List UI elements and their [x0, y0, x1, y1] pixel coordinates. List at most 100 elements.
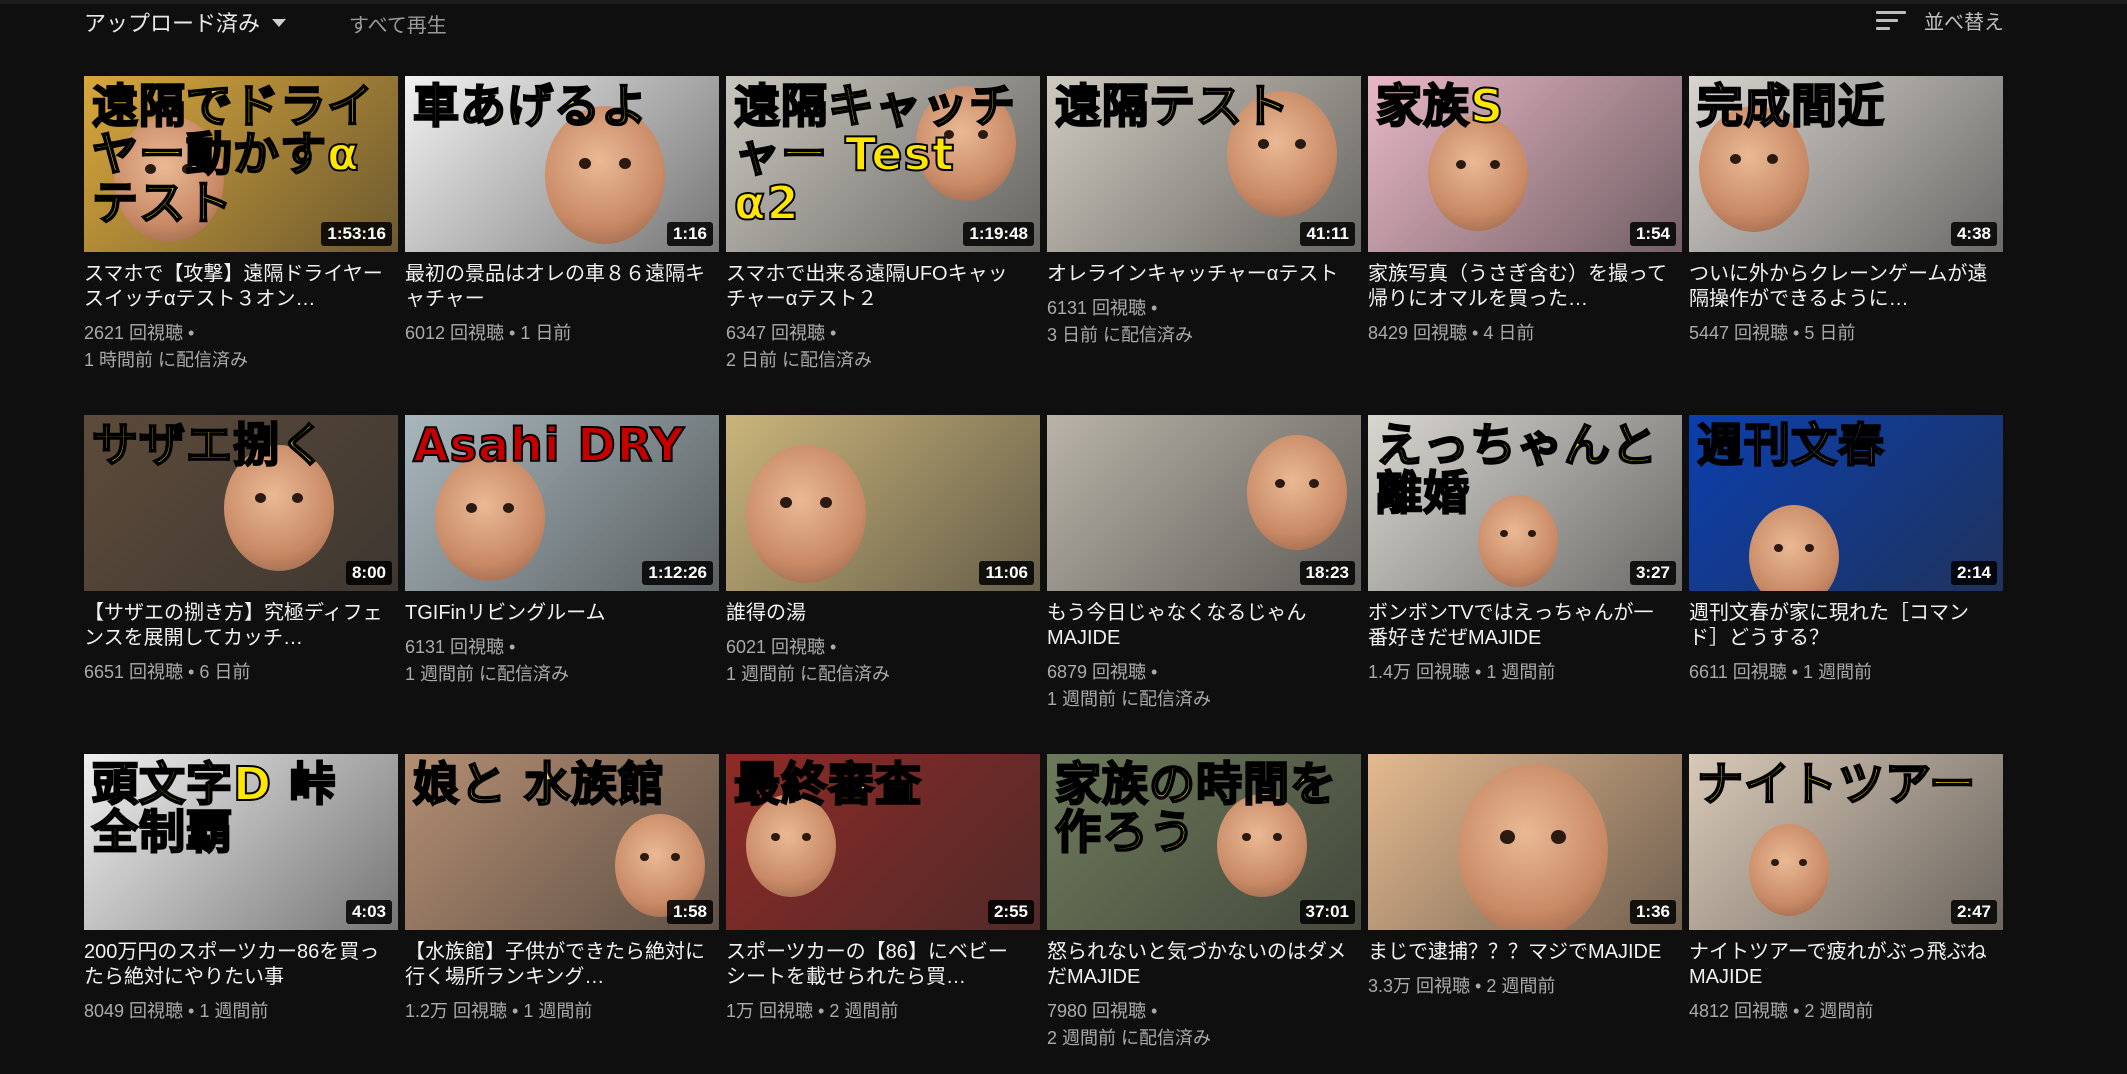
thumbnail-caption: ナイトツアー — [1696, 757, 1977, 811]
video-title[interactable]: スポーツカーの【86】にベビーシートを載せられたら買… — [726, 940, 1026, 990]
thumbnail-caption: 娘と 水族館 — [412, 757, 666, 811]
thumbnail-caption: Asahi DRY — [412, 418, 685, 472]
duration-badge: 1:54 — [1629, 222, 1676, 246]
video-metadata: 1万 回視聴 • 2 週間前 — [726, 998, 1040, 1025]
video-thumbnail[interactable]: 11:06 — [726, 415, 1040, 591]
video-card[interactable]: 車あげるよ 1:16 最初の景品はオレの車８６遠隔キャチャー 6012 回視聴 • 1… — [405, 76, 719, 396]
video-card[interactable]: Asahi DRY 1:12:26 TGIFinリビングルーム 6131 回視聴 • 1… — [405, 415, 719, 735]
view-count: 6131 回視聴 • — [405, 637, 516, 657]
view-count: 8429 回視聴 • 4 日前 — [1368, 323, 1535, 343]
video-title[interactable]: 最初の景品はオレの車８６遠隔キャチャー — [405, 262, 705, 312]
video-card[interactable]: 最終審査 2:55 スポーツカーの【86】にベビーシートを載せられたら買… 1万 回視… — [726, 754, 1040, 1074]
video-thumbnail[interactable]: 遠隔キャッチャー Test α2 1:19:48 — [726, 76, 1040, 252]
duration-badge: 3:27 — [1629, 561, 1676, 585]
video-title[interactable]: 怒られないと気づかないのはダメだMAJIDE — [1047, 940, 1347, 990]
video-card[interactable]: サザエ捌く 8:00 【サザエの捌き方】究極ディフェンスを展開してカッチ… 6651 … — [84, 415, 398, 735]
video-metadata: 6021 回視聴 • 1 週間前 に配信済み — [726, 634, 1040, 688]
video-thumbnail[interactable]: 週刊文春 2:14 — [1689, 415, 2003, 591]
video-thumbnail[interactable]: ナイトツアー 2:47 — [1689, 754, 2003, 930]
video-title[interactable]: TGIFinリビングルーム — [405, 601, 705, 626]
video-card[interactable]: 遠隔テスト 41:11 オレラインキャッチャーαテスト 6131 回視聴 • 3 日前 … — [1047, 76, 1361, 396]
video-title[interactable]: オレラインキャッチャーαテスト — [1047, 262, 1347, 287]
thumbnail-caption: 頭文字D 峠 全制覇 — [91, 757, 337, 860]
video-title[interactable]: スマホで【攻撃】遠隔ドライヤースイッチαテスト３オン… — [84, 262, 384, 312]
video-title[interactable]: もう今日じゃなくなるじゃんMAJIDE — [1047, 601, 1347, 651]
upload-age: 1 週間前 に配信済み — [726, 664, 891, 684]
video-metadata: 6879 回視聴 • 1 週間前 に配信済み — [1047, 659, 1361, 713]
video-thumbnail[interactable]: Asahi DRY 1:12:26 — [405, 415, 719, 591]
duration-badge: 11:06 — [979, 561, 1034, 585]
video-title[interactable]: 週刊文春が家に現れた［コマンド］どうする？ — [1689, 601, 1989, 651]
video-metadata: 2621 回視聴 • 1 時間前 に配信済み — [84, 320, 398, 374]
video-card[interactable]: 家族の時間を作ろう 37:01 怒られないと気づかないのはダメだMAJIDE 7980… — [1047, 754, 1361, 1074]
video-card[interactable]: 遠隔でドライヤー動かすαテスト 1:53:16 スマホで【攻撃】遠隔ドライヤースイッ… — [84, 76, 398, 396]
video-title[interactable]: ついに外からクレーンゲームが遠隔操作ができるように… — [1689, 262, 1989, 312]
view-count: 4812 回視聴 • 2 週間前 — [1689, 1001, 1874, 1021]
video-card[interactable]: 18:23 もう今日じゃなくなるじゃんMAJIDE 6879 回視聴 • 1 週間前 … — [1047, 415, 1361, 735]
sort-button[interactable]: 並べ替え — [1876, 6, 2004, 35]
video-metadata: 7980 回視聴 • 2 週間前 に配信済み — [1047, 998, 1361, 1052]
video-thumbnail[interactable]: 頭文字D 峠 全制覇 4:03 — [84, 754, 398, 930]
video-card[interactable]: 完成間近 4:38 ついに外からクレーンゲームが遠隔操作ができるように… 5447 回… — [1689, 76, 2003, 396]
duration-badge: 2:47 — [1950, 900, 1997, 924]
video-metadata: 3.3万 回視聴 • 2 週間前 — [1368, 973, 1682, 1000]
video-title[interactable]: スマホで出来る遠隔UFOキャッチャーαテスト２ — [726, 262, 1026, 312]
video-metadata: 6347 回視聴 • 2 日前 に配信済み — [726, 320, 1040, 374]
upload-age: 2 日前 に配信済み — [726, 350, 873, 370]
video-thumbnail[interactable]: 完成間近 4:38 — [1689, 76, 2003, 252]
video-card[interactable]: 家族S 1:54 家族写真（うさぎ含む）を撮って帰りにオマルを買った… 8429 回視… — [1368, 76, 1682, 396]
video-title[interactable]: 【サザエの捌き方】究極ディフェンスを展開してカッチ… — [84, 601, 384, 651]
video-metadata: 8049 回視聴 • 1 週間前 — [84, 998, 398, 1025]
video-metadata: 6131 回視聴 • 3 日前 に配信済み — [1047, 295, 1361, 349]
duration-badge: 1:53:16 — [321, 222, 392, 246]
view-count: 1万 回視聴 • 2 週間前 — [726, 1001, 899, 1021]
video-metadata: 6651 回視聴 • 6 日前 — [84, 659, 398, 686]
thumbnail-caption: 遠隔テスト — [1054, 79, 1290, 133]
video-thumbnail[interactable]: 家族の時間を作ろう 37:01 — [1047, 754, 1361, 930]
video-thumbnail[interactable]: サザエ捌く 8:00 — [84, 415, 398, 591]
view-count: 3.3万 回視聴 • 2 週間前 — [1368, 976, 1556, 996]
video-thumbnail[interactable]: 家族S 1:54 — [1368, 76, 1682, 252]
video-card[interactable]: ナイトツアー 2:47 ナイトツアーで疲れがぶっ飛ぶねMAJIDE 4812 回視聴 … — [1689, 754, 2003, 1074]
duration-badge: 37:01 — [1299, 900, 1355, 924]
video-thumbnail[interactable]: 遠隔テスト 41:11 — [1047, 76, 1361, 252]
thumbnail-face — [1247, 435, 1347, 550]
thumbnail-face — [435, 455, 545, 581]
video-title[interactable]: 家族写真（うさぎ含む）を撮って帰りにオマルを買った… — [1368, 262, 1668, 312]
duration-badge: 1:16 — [666, 222, 713, 246]
video-thumbnail[interactable]: 最終審査 2:55 — [726, 754, 1040, 930]
video-card[interactable]: えっちゃんと離婚 3:27 ボンボンTVではえっちゃんが一番好きだぜMAJIDE 1.… — [1368, 415, 1682, 735]
upload-filter-dropdown[interactable]: アップロード済み — [84, 6, 287, 38]
video-metadata: 6012 回視聴 • 1 日前 — [405, 320, 719, 347]
video-card[interactable]: 1:36 まじで逮捕？？？マジでMAJIDE 3.3万 回視聴 • 2 週間前 — [1368, 754, 1682, 1074]
duration-badge: 1:36 — [1629, 900, 1676, 924]
video-card[interactable]: 週刊文春 2:14 週刊文春が家に現れた［コマンド］どうする？ 6611 回視聴 • … — [1689, 415, 2003, 735]
video-card[interactable]: 娘と 水族館 1:58 【水族館】子供ができたら絶対に行く場所ランキング… 1.2万 … — [405, 754, 719, 1074]
video-title[interactable]: ナイトツアーで疲れがぶっ飛ぶねMAJIDE — [1689, 940, 1989, 990]
video-title[interactable]: まじで逮捕？？？マジでMAJIDE — [1368, 940, 1668, 965]
view-count: 6131 回視聴 • — [1047, 298, 1158, 318]
video-title[interactable]: 【水族館】子供ができたら絶対に行く場所ランキング… — [405, 940, 705, 990]
video-title[interactable]: ボンボンTVではえっちゃんが一番好きだぜMAJIDE — [1368, 601, 1668, 651]
duration-badge: 18:23 — [1299, 561, 1355, 585]
video-thumbnail[interactable]: えっちゃんと離婚 3:27 — [1368, 415, 1682, 591]
video-card[interactable]: 遠隔キャッチャー Test α2 1:19:48 スマホで出来る遠隔UFOキャッチャ… — [726, 76, 1040, 396]
video-thumbnail[interactable]: 18:23 — [1047, 415, 1361, 591]
thumbnail-caption: 家族の時間を作ろう — [1054, 757, 1337, 860]
play-all-button[interactable]: すべて再生 — [349, 9, 447, 38]
video-card[interactable]: 11:06 誰得の湯 6021 回視聴 • 1 週間前 に配信済み — [726, 415, 1040, 735]
duration-badge: 41:11 — [1300, 222, 1355, 246]
thumbnail-caption: 最終審査 — [733, 757, 922, 811]
video-thumbnail[interactable]: 娘と 水族館 1:58 — [405, 754, 719, 930]
video-card[interactable]: 頭文字D 峠 全制覇 4:03 200万円のスポーツカー86を買ったら絶対にやりたい… — [84, 754, 398, 1074]
video-thumbnail[interactable]: 車あげるよ 1:16 — [405, 76, 719, 252]
video-title[interactable]: 200万円のスポーツカー86を買ったら絶対にやりたい事 — [84, 940, 384, 990]
video-thumbnail[interactable]: 遠隔でドライヤー動かすαテスト 1:53:16 — [84, 76, 398, 252]
video-title[interactable]: 誰得の湯 — [726, 601, 1026, 626]
channel-videos-toolbar: アップロード済み すべて再生 並べ替え — [84, 0, 2004, 42]
view-count: 7980 回視聴 • — [1047, 1001, 1158, 1021]
video-thumbnail[interactable]: 1:36 — [1368, 754, 1682, 930]
view-count: 8049 回視聴 • 1 週間前 — [84, 1001, 269, 1021]
duration-badge: 4:03 — [345, 900, 392, 924]
view-count: 1.4万 回視聴 • 1 週間前 — [1368, 662, 1556, 682]
